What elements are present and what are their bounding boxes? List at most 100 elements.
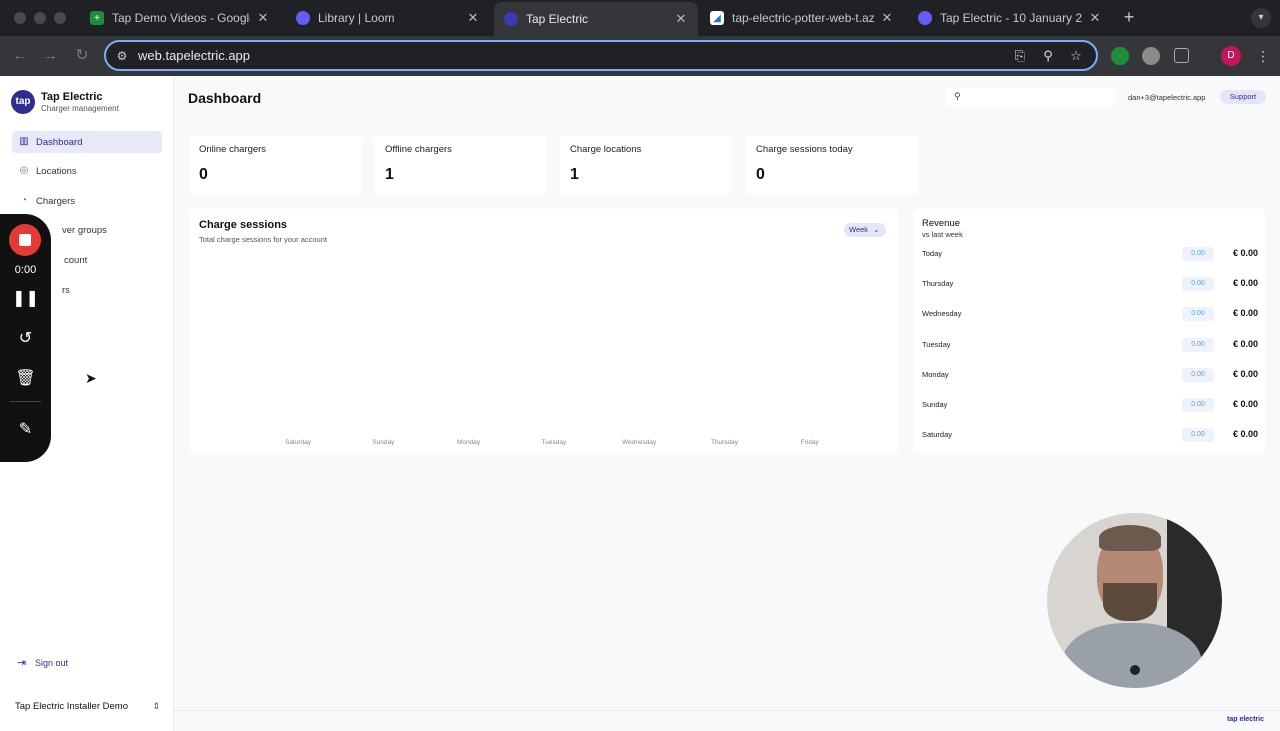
- stop-icon: [19, 234, 31, 246]
- browser-tab-3[interactable]: Tap Electric ✕: [494, 2, 698, 36]
- webcam-person-beard: [1103, 583, 1157, 621]
- browser-tab-2[interactable]: Library | Loom ✕: [286, 4, 490, 32]
- revenue-amount: € 0.00: [1232, 368, 1258, 379]
- extension-circle-icon[interactable]: [1142, 47, 1160, 65]
- extension-check-icon[interactable]: [1111, 47, 1129, 65]
- footer-divider: [174, 710, 1280, 711]
- loom-recorder-controls: 0:00 ❚❚ ↺ 🗑 ✎: [0, 214, 51, 462]
- address-url[interactable]: web.tapelectric.app: [138, 48, 250, 63]
- tab-title: tap-electric-potter-web-t.azu: [732, 11, 874, 25]
- revenue-day: Sunday: [922, 400, 948, 409]
- stat-value: 1: [570, 166, 579, 183]
- window-zoom-button[interactable]: [54, 12, 66, 24]
- install-app-icon[interactable]: ⎘: [1012, 48, 1028, 64]
- revenue-row: Tuesday 0.00 € 0.00: [922, 337, 1258, 352]
- address-bar[interactable]: ⚙ web.tapelectric.app ⎘ ⚲ ☆: [104, 40, 1098, 71]
- revenue-amount: € 0.00: [1232, 248, 1258, 258]
- page-title: Dashboard: [188, 90, 262, 106]
- charge-sessions-subtitle: Total charge sessions for your account: [199, 235, 327, 244]
- stat-card-charge-locations[interactable]: Charge locations 1: [560, 135, 732, 195]
- revenue-title: Revenue: [922, 218, 961, 229]
- revenue-row: Monday 0.00 € 0.00: [922, 367, 1258, 382]
- charge-sessions-panel: Charge sessions Total charge sessions fo…: [189, 209, 898, 453]
- stat-card-online-chargers[interactable]: Online chargers 0: [189, 135, 361, 195]
- loom-icon: [918, 11, 932, 25]
- mouse-cursor-icon: ➤: [85, 370, 97, 386]
- new-tab-icon[interactable]: +: [1120, 7, 1138, 27]
- revenue-day: Wednesday: [922, 309, 962, 319]
- revenue-change-badge: 0.00: [1182, 398, 1214, 412]
- stat-label: Charge locations: [570, 144, 642, 155]
- sidebar-item-dashboard[interactable]: ▥ Dashboard: [12, 131, 162, 153]
- window-minimize-button[interactable]: [34, 12, 46, 24]
- tab-title: Library | Loom: [318, 11, 395, 25]
- bookmark-star-icon[interactable]: ☆: [1068, 48, 1084, 64]
- stat-label: Offline chargers: [385, 144, 452, 155]
- stat-card-charge-sessions-today[interactable]: Charge sessions today 0: [746, 135, 918, 195]
- tab-close-icon[interactable]: ✕: [674, 11, 688, 27]
- extensions-puzzle-icon[interactable]: [1174, 48, 1189, 63]
- trash-icon[interactable]: 🗑: [0, 368, 51, 388]
- sidebar-item-label: Locations: [36, 165, 77, 177]
- revenue-row: Thursday 0.00 € 0.00: [922, 277, 1258, 292]
- pencil-icon[interactable]: ✎: [0, 419, 51, 439]
- zoom-icon[interactable]: ⚲: [1040, 48, 1056, 64]
- revenue-day: Monday: [922, 369, 949, 379]
- webcam-bubble[interactable]: [1047, 513, 1222, 688]
- tab-close-icon[interactable]: ✕: [880, 10, 894, 26]
- revenue-change-badge: 0.00: [1182, 428, 1214, 443]
- browser-tab-5[interactable]: Tap Electric - 10 January 202 ✕: [908, 4, 1112, 32]
- revenue-subtitle: vs last week: [922, 230, 963, 239]
- user-email[interactable]: dan+3@tapelectric.app: [1128, 93, 1205, 102]
- revenue-panel: Revenue vs last week Today 0.00 € 0.00 Thur…: [913, 209, 1265, 453]
- revenue-row: Saturday 0.00 € 0.00: [922, 428, 1258, 443]
- sidebar-item-chargers[interactable]: ◔ Chargers: [12, 190, 162, 212]
- bar-chart-icon: ▥: [19, 136, 29, 147]
- browser-menu-icon[interactable]: ⋮: [1256, 46, 1270, 66]
- stat-label: Charge sessions today: [756, 144, 853, 155]
- x-tick-label: Sunday: [372, 439, 395, 446]
- x-tick-label: Wednesday: [622, 439, 657, 446]
- window-close-button[interactable]: [14, 12, 26, 24]
- flutter-icon: ◢: [710, 11, 724, 25]
- search-input[interactable]: ⚲: [946, 88, 1116, 107]
- x-tick-label: Friday: [800, 439, 819, 446]
- stat-value: 1: [385, 166, 394, 183]
- tab-close-icon[interactable]: ✕: [1088, 10, 1102, 26]
- tab-search-icon[interactable]: ▾: [1251, 8, 1271, 28]
- revenue-change-badge: 0.00: [1182, 337, 1214, 352]
- sidebar-item-label: count: [64, 254, 88, 266]
- period-select[interactable]: Week ⌄: [844, 223, 886, 237]
- sidebar-item-locations[interactable]: ◎ Locations: [12, 160, 162, 182]
- chevron-up-down-icon: ⇕: [152, 701, 160, 711]
- sign-out-button[interactable]: ⇥ Sign out: [17, 656, 68, 669]
- recording-timer: 0:00: [14, 264, 37, 276]
- tap-electric-favicon-icon: [504, 12, 518, 26]
- sidebar-item-label: ver groups: [62, 224, 107, 236]
- x-tick-label: Tuesday: [541, 439, 567, 446]
- revenue-change-badge: 0.00: [1182, 367, 1214, 382]
- support-button[interactable]: Support: [1220, 90, 1266, 104]
- browser-tab-1[interactable]: + Tap Demo Videos - Google Sh ✕: [80, 4, 280, 32]
- forward-arrow-icon[interactable]: →: [40, 46, 60, 66]
- sidebar-item-label: Dashboard: [36, 136, 83, 148]
- browser-tab-4[interactable]: ◢ tap-electric-potter-web-t.azu ✕: [700, 4, 904, 32]
- chevron-down-icon: ⌄: [873, 225, 880, 234]
- sheets-icon: +: [90, 11, 104, 25]
- back-arrow-icon[interactable]: ←: [10, 46, 30, 66]
- charge-sessions-title: Charge sessions: [199, 219, 288, 231]
- stop-recording-button[interactable]: [9, 224, 41, 256]
- profile-avatar[interactable]: D: [1221, 46, 1241, 66]
- reload-icon[interactable]: ↻: [72, 46, 92, 66]
- tab-close-icon[interactable]: ✕: [256, 10, 270, 26]
- stat-value: 0: [756, 166, 765, 183]
- tab-close-icon[interactable]: ✕: [466, 10, 480, 26]
- revenue-amount: € 0.00: [1232, 308, 1258, 319]
- stat-card-offline-chargers[interactable]: Offline chargers 1: [375, 135, 547, 195]
- revenue-amount: € 0.00: [1232, 338, 1258, 349]
- restart-icon[interactable]: ↺: [0, 328, 51, 348]
- organization-switcher[interactable]: Tap Electric Installer Demo ⇕: [15, 701, 160, 712]
- pause-icon[interactable]: ❚❚: [0, 288, 51, 308]
- site-settings-icon[interactable]: ⚙: [114, 48, 130, 64]
- revenue-day: Saturday: [922, 430, 953, 440]
